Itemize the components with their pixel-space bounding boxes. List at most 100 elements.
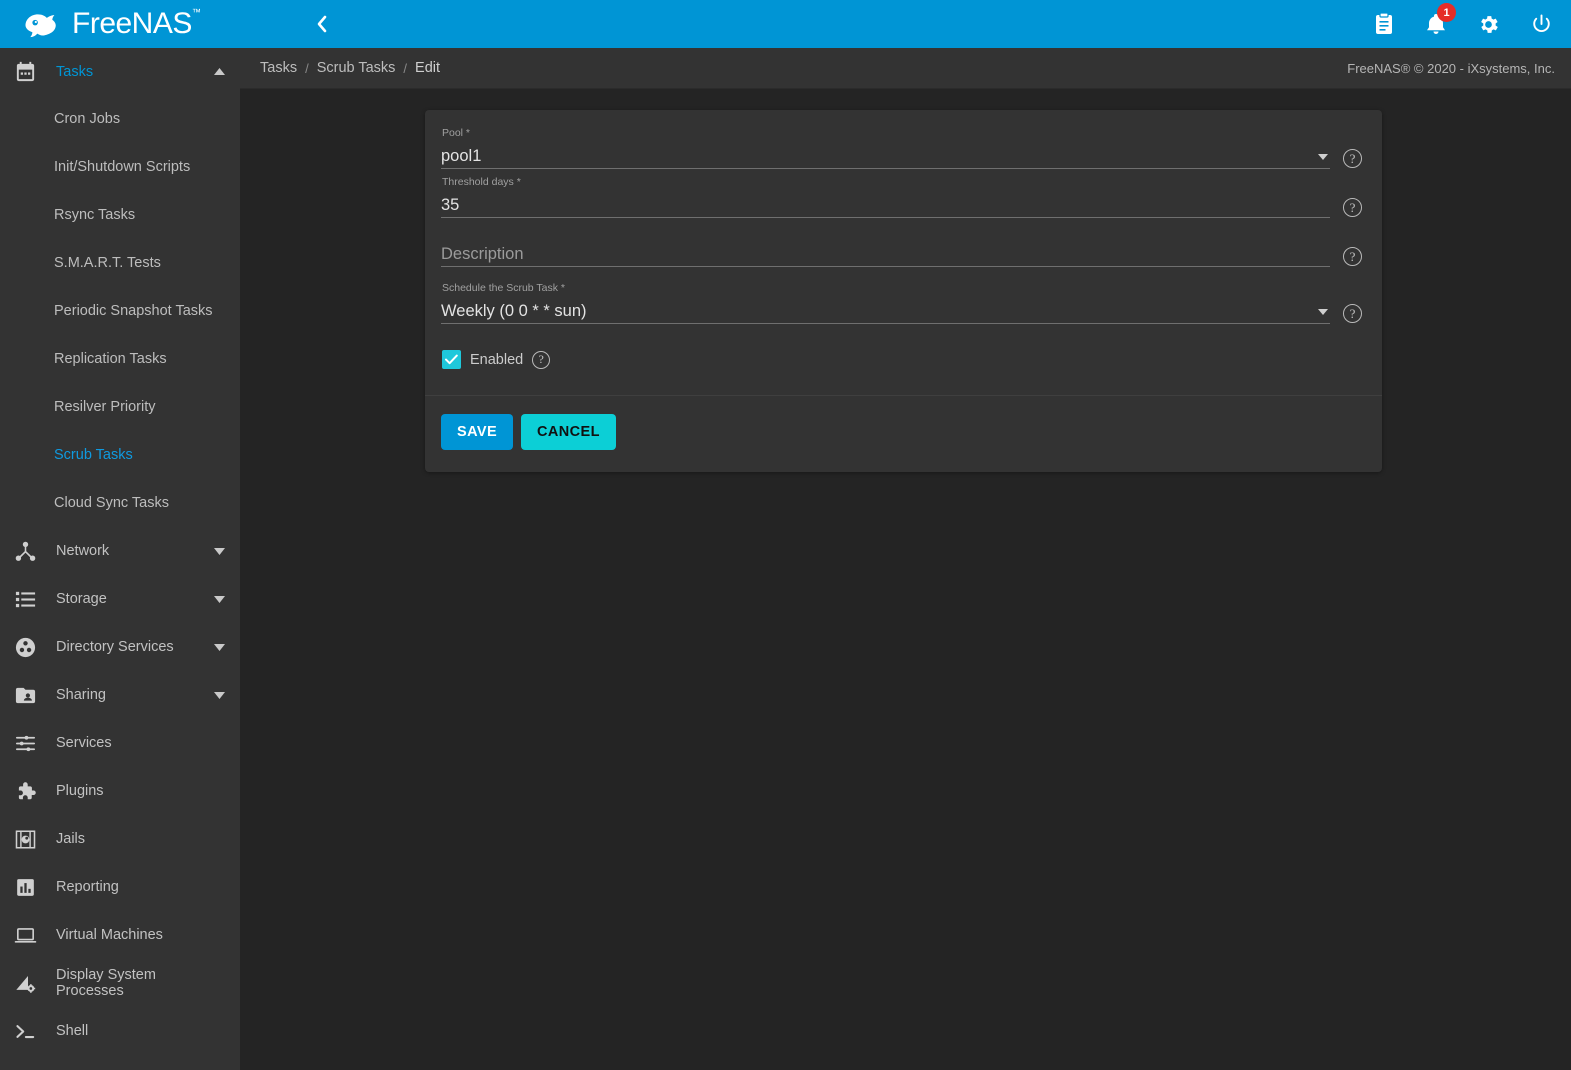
sidebar-group-label: Tasks xyxy=(38,64,212,80)
sidebar-subitem-replication-tasks[interactable]: Replication Tasks xyxy=(0,335,240,383)
bar-chart-icon xyxy=(12,876,38,899)
folder-shared-icon xyxy=(12,684,38,707)
enabled-checkbox[interactable] xyxy=(442,350,461,369)
copyright-text: FreeNAS® © 2020 - iXsystems, Inc. xyxy=(1347,61,1559,76)
chevron-up-icon[interactable] xyxy=(212,67,226,76)
terminal-icon xyxy=(12,1020,38,1043)
alerts-badge: 1 xyxy=(1437,3,1456,22)
power-icon[interactable] xyxy=(1530,13,1553,36)
scrub-task-edit-card: Pool *pool1?Threshold days *35?Descripti… xyxy=(425,110,1382,472)
help-circle-icon[interactable]: ? xyxy=(1343,304,1362,323)
sidebar-subitem-resilver-priority[interactable]: Resilver Priority xyxy=(0,383,240,431)
sidebar-subitem-s-m-a-r-t-tests[interactable]: S.M.A.R.T. Tests xyxy=(0,239,240,287)
form-fields: Pool *pool1?Threshold days *35?Descripti… xyxy=(425,110,1382,395)
input-description[interactable]: Description xyxy=(441,238,1330,267)
help-circle-icon[interactable]: ? xyxy=(1343,198,1362,217)
input-threshold-days[interactable]: 35 xyxy=(441,189,1330,218)
top-bar: FreeNAS ™ xyxy=(0,0,1571,48)
sidebar-subitem-periodic-snapshot-tasks[interactable]: Periodic Snapshot Tasks xyxy=(0,287,240,335)
help-circle-icon[interactable]: ? xyxy=(1343,149,1362,168)
freenas-app: FreeNAS ™ xyxy=(0,0,1571,1070)
chevron-down-icon[interactable] xyxy=(1318,309,1328,315)
sidebar-item-label: Jails xyxy=(38,831,212,847)
field-value-description: Description xyxy=(441,244,1330,264)
breadcrumb-item-tasks[interactable]: Tasks xyxy=(260,60,297,76)
sidebar-subitem-rsync-tasks[interactable]: Rsync Tasks xyxy=(0,191,240,239)
checkmark-icon xyxy=(445,354,458,365)
directory-services-icon xyxy=(12,636,38,659)
brand-trademark: ™ xyxy=(192,7,201,17)
sidebar-item-network[interactable]: Network xyxy=(0,527,240,575)
field-label-threshold-days: Threshold days * xyxy=(441,175,1330,189)
select-pool[interactable]: pool1 xyxy=(441,140,1330,169)
chevron-down-icon[interactable] xyxy=(212,691,226,700)
hamburger-icon[interactable] xyxy=(266,15,290,33)
enabled-label: Enabled xyxy=(470,352,523,368)
help-circle-icon[interactable]: ? xyxy=(1343,247,1362,266)
calendar-icon xyxy=(12,60,38,83)
content-area: Pool *pool1?Threshold days *35?Descripti… xyxy=(240,89,1571,1070)
freenas-fish-logo-icon xyxy=(20,7,64,41)
sidebar-item-label: Reporting xyxy=(38,879,212,895)
network-icon xyxy=(12,540,38,563)
gear-icon[interactable] xyxy=(1477,13,1500,36)
breadcrumb-item-scrub-tasks[interactable]: Scrub Tasks xyxy=(317,60,396,76)
breadcrumb-separator: / xyxy=(297,61,317,76)
cancel-button[interactable]: CANCEL xyxy=(521,414,616,450)
brand-name: FreeNAS xyxy=(72,7,192,40)
breadcrumb-item-edit: Edit xyxy=(415,60,440,76)
storage-list-icon xyxy=(12,588,38,611)
sidebar-sub-items: Cron JobsInit/Shutdown ScriptsRsync Task… xyxy=(0,95,240,527)
sidebar-item-reporting[interactable]: Reporting xyxy=(0,863,240,911)
form-actions: SAVE CANCEL xyxy=(425,395,1382,472)
sidebar-group-tasks[interactable]: Tasks xyxy=(0,48,240,95)
breadcrumb-separator: / xyxy=(395,61,415,76)
laptop-icon xyxy=(12,924,38,947)
sidebar-item-display-system-processes[interactable]: Display System Processes xyxy=(0,959,240,1007)
sidebar-subitem-scrub-tasks[interactable]: Scrub Tasks xyxy=(0,431,240,479)
form-field-threshold-days: Threshold days * 35? xyxy=(441,175,1362,218)
chevron-down-icon[interactable] xyxy=(212,643,226,652)
top-bar-right-icons: 1 xyxy=(1373,12,1553,36)
sidebar-item-label: Network xyxy=(38,543,212,559)
sidebar-item-virtual-machines[interactable]: Virtual Machines xyxy=(0,911,240,959)
sidebar-item-label: Storage xyxy=(38,591,212,607)
select-schedule-the-scrub-task[interactable]: Weekly (0 0 * * sun) xyxy=(441,295,1330,324)
alerts-bell[interactable]: 1 xyxy=(1425,12,1447,36)
save-button[interactable]: SAVE xyxy=(441,414,513,450)
breadcrumb: Tasks / Scrub Tasks / Edit FreeNAS® © 20… xyxy=(240,48,1571,89)
chevron-left-icon[interactable] xyxy=(314,13,330,35)
sidebar-item-label: Shell xyxy=(38,1023,212,1039)
sidebar-subitem-cloud-sync-tasks[interactable]: Cloud Sync Tasks xyxy=(0,479,240,527)
sidebar: Tasks Cron JobsInit/Shutdown ScriptsRsyn… xyxy=(0,48,240,1070)
sidebar-item-plugins[interactable]: Plugins xyxy=(0,767,240,815)
sidebar-item-label: Virtual Machines xyxy=(38,927,212,943)
field-value-threshold-days: 35 xyxy=(441,195,1330,215)
brand-wordmark: FreeNAS ™ xyxy=(72,9,192,39)
top-bar-controls: 1 xyxy=(240,0,1571,48)
field-value-pool: pool1 xyxy=(441,146,1318,166)
chevron-down-icon[interactable] xyxy=(212,547,226,556)
chevron-down-icon[interactable] xyxy=(212,595,226,604)
sidebar-item-shell[interactable]: Shell xyxy=(0,1007,240,1055)
sidebar-item-label: Directory Services xyxy=(38,639,212,655)
sidebar-item-jails[interactable]: Jails xyxy=(0,815,240,863)
main-area: Tasks / Scrub Tasks / Edit FreeNAS® © 20… xyxy=(240,48,1571,1070)
sidebar-subitem-cron-jobs[interactable]: Cron Jobs xyxy=(0,95,240,143)
chevron-down-icon[interactable] xyxy=(1318,154,1328,160)
form-field-schedule-the-scrub-task: Schedule the Scrub Task *Weekly (0 0 * *… xyxy=(441,281,1362,324)
brand-logo-area[interactable]: FreeNAS ™ xyxy=(0,0,240,48)
help-circle-icon[interactable]: ? xyxy=(532,351,550,369)
sidebar-subitem-init-shutdown-scripts[interactable]: Init/Shutdown Scripts xyxy=(0,143,240,191)
sidebar-item-services[interactable]: Services xyxy=(0,719,240,767)
form-field-description: Description? xyxy=(441,238,1362,267)
sidebar-item-storage[interactable]: Storage xyxy=(0,575,240,623)
jail-icon xyxy=(12,828,38,851)
clipboard-icon[interactable] xyxy=(1373,12,1395,36)
sidebar-item-label: Services xyxy=(38,735,212,751)
sidebar-item-sharing[interactable]: Sharing xyxy=(0,671,240,719)
sidebar-item-directory-services[interactable]: Directory Services xyxy=(0,623,240,671)
sidebar-item-label: Plugins xyxy=(38,783,212,799)
sidebar-item-label: Display System Processes xyxy=(38,967,212,999)
sliders-icon xyxy=(12,732,38,755)
